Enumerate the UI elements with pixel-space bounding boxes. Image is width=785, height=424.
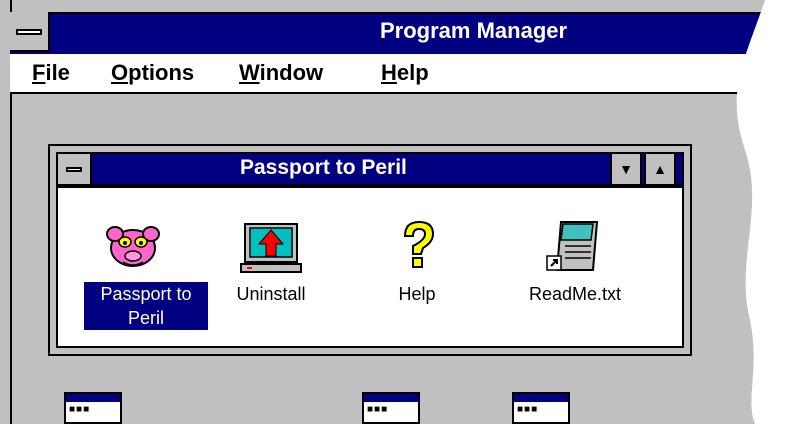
group-icon-cells: ■■■ [517, 404, 539, 415]
window-title: Program Manager [380, 18, 568, 43]
group-icon-cells: ■■■ [367, 404, 389, 415]
program-item-help[interactable]: Help [352, 188, 482, 346]
menu-options-label: ptions [128, 60, 195, 85]
menu-options[interactable]: Options [111, 60, 194, 86]
program-label: Uninstall [236, 284, 306, 304]
menu-help[interactable]: Help [381, 60, 429, 86]
group-icon-header [66, 394, 120, 402]
question-mark-icon [403, 220, 435, 268]
torn-edge [736, 0, 785, 424]
menu-bar: File Options Window Help [10, 54, 785, 94]
system-menu-button[interactable] [10, 12, 50, 52]
menu-window[interactable]: Window [239, 60, 323, 86]
group-system-menu-icon [66, 167, 82, 172]
group-client-area: Passport to Peril Uninstall Help ReadMe.… [56, 186, 684, 348]
group-title: Passport to Peril [240, 156, 407, 179]
menu-file[interactable]: File [32, 60, 70, 86]
program-label: ReadMe.txt [528, 284, 622, 304]
menu-window-label: indow [259, 60, 324, 85]
program-item-readme[interactable]: ReadMe.txt [510, 188, 640, 346]
group-icon-header [514, 394, 568, 402]
group-icon-cells: ■■■ [69, 404, 91, 415]
program-item-passport-to-peril[interactable]: Passport to Peril [68, 188, 208, 346]
maximize-button[interactable]: ▲ [644, 152, 676, 186]
program-label: Passport to Peril [84, 282, 208, 330]
program-label-line1: Passport to [100, 284, 192, 304]
minimized-group-icon[interactable]: ■■■ [64, 392, 122, 424]
triangle-up-icon: ▲ [653, 161, 667, 177]
minimize-button[interactable]: ▼ [610, 152, 642, 186]
menu-options-mnemonic: O [111, 60, 129, 85]
menu-help-mnemonic: H [381, 60, 397, 85]
uninstall-computer-icon [240, 223, 302, 273]
program-label: Help [398, 284, 436, 304]
menu-file-mnemonic: F [32, 60, 46, 85]
pink-panther-icon [106, 226, 160, 267]
program-manager-window: Program Manager File Options Window Help… [0, 0, 785, 424]
minimized-group-icon[interactable]: ■■■ [362, 392, 420, 424]
menu-help-label: elp [396, 60, 429, 85]
notepad-shortcut-icon [546, 221, 599, 271]
group-system-menu-button[interactable] [56, 152, 92, 186]
program-label-line2: Peril [127, 308, 164, 328]
menu-window-mnemonic: W [239, 60, 260, 85]
group-window: Passport to Peril ▼ ▲ Passport to Peril … [48, 144, 692, 356]
group-icon-header [364, 394, 418, 402]
minimized-group-icon[interactable]: ■■■ [512, 392, 570, 424]
program-item-uninstall[interactable]: Uninstall [206, 188, 336, 346]
system-menu-icon [16, 29, 42, 35]
triangle-down-icon: ▼ [619, 161, 633, 177]
menu-file-label: ile [45, 60, 70, 85]
